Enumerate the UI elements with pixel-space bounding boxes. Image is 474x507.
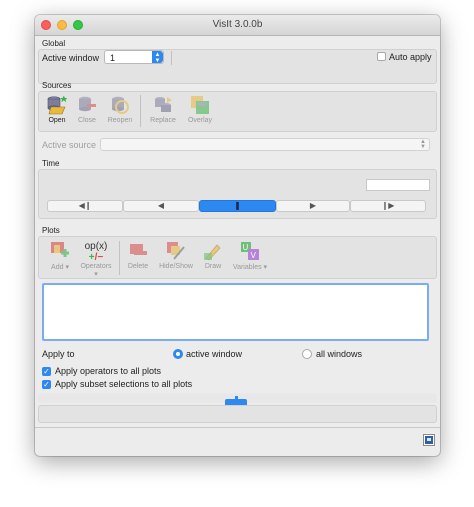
dropdown-arrow-icon: ▾	[63, 264, 69, 271]
overlay-button[interactable]: Overlay	[183, 95, 217, 124]
play-icon: ▶	[309, 201, 317, 210]
operators-glyph-top: op(	[84, 241, 100, 252]
auto-apply-checkbox[interactable]	[377, 52, 386, 61]
apply-subset-label: Apply subset selections to all plots	[55, 379, 193, 389]
active-window-value: 1	[110, 53, 116, 63]
open-icon	[47, 95, 68, 115]
open-label: Open	[48, 117, 66, 124]
reopen-icon	[110, 95, 130, 115]
delete-label: Delete	[127, 263, 149, 270]
separator	[140, 95, 141, 127]
operators-glyph-end: )	[104, 241, 108, 252]
reopen-button[interactable]: Reopen	[105, 95, 135, 124]
replace-label: Replace	[150, 117, 176, 124]
active-window-radio-label: active window	[186, 349, 243, 359]
close-label: Close	[78, 117, 96, 124]
sources-section-label: Sources	[42, 81, 72, 90]
play-button[interactable]: ▶	[276, 200, 350, 212]
close-database-icon	[77, 95, 97, 115]
auto-apply-label: Auto apply	[389, 52, 432, 62]
dropdown-arrow-icon: ▾	[261, 264, 268, 271]
replace-button[interactable]: Replace	[146, 95, 180, 124]
svg-text:U: U	[243, 243, 249, 252]
draw-button[interactable]: Draw	[198, 241, 228, 270]
forward-step-button[interactable]: ❙▶	[350, 200, 426, 212]
add-label: Add	[51, 264, 64, 271]
add-plot-icon	[50, 241, 70, 261]
reopen-label: Reopen	[107, 117, 133, 124]
delete-icon	[128, 241, 148, 261]
dropdown-arrow-icon: ▾	[94, 271, 98, 278]
close-database-button[interactable]: Close	[73, 95, 101, 124]
overlay-icon	[190, 95, 210, 115]
output-icon	[425, 436, 433, 444]
variables-button[interactable]: U V Variables ▾	[232, 241, 268, 271]
play-back-icon: ◀	[157, 201, 165, 210]
active-window-radio[interactable]	[173, 349, 183, 359]
add-plot-button[interactable]: Add ▾	[45, 241, 75, 271]
time-section-label: Time	[42, 159, 60, 168]
stop-button[interactable]: ❚	[199, 200, 276, 212]
apply-operators-checkbox[interactable]: ✓	[42, 367, 51, 376]
draw-label: Draw	[204, 263, 222, 270]
output-indicator-button[interactable]	[423, 434, 435, 446]
separator	[171, 51, 172, 65]
svg-text:V: V	[251, 251, 257, 260]
notepad-area	[38, 405, 437, 423]
visit-main-window: VisIt 3.0.0b Global Active window 1 ▲ ▼ A…	[35, 15, 440, 456]
overlay-label: Overlay	[187, 117, 213, 124]
hide-show-label: Hide/Show	[159, 263, 193, 270]
operators-button[interactable]: op(x) +/− Operators ▾	[78, 241, 114, 278]
active-source-combo[interactable]: ▲ ▼	[100, 138, 430, 151]
step-forward-icon: ❙▶	[381, 201, 395, 210]
combo-arrows-icon: ▲ ▼	[420, 139, 426, 150]
variables-label: Variables	[232, 264, 262, 271]
delete-plot-button[interactable]: Delete	[123, 241, 153, 270]
global-section-label: Global	[42, 39, 66, 48]
title-bar[interactable]: VisIt 3.0.0b	[35, 15, 440, 36]
replace-icon	[153, 95, 173, 115]
step-back-icon: ◀❙	[78, 201, 92, 210]
active-source-label: Active source	[42, 140, 97, 150]
apply-operators-label: Apply operators to all plots	[55, 366, 162, 376]
hide-show-icon	[166, 241, 186, 261]
apply-subset-checkbox[interactable]: ✓	[42, 380, 51, 389]
splitter-handle-tab	[235, 396, 238, 399]
time-value-field[interactable]	[366, 179, 430, 191]
combo-arrows-icon: ▲ ▼	[152, 51, 163, 64]
operators-label: Operators	[80, 263, 112, 270]
hide-show-button[interactable]: Hide/Show	[157, 241, 195, 270]
open-button[interactable]: Open	[43, 95, 71, 124]
all-windows-radio-label: all windows	[316, 349, 363, 359]
plots-section-label: Plots	[42, 226, 60, 235]
active-window-combo[interactable]: 1 ▲ ▼	[104, 50, 164, 64]
plot-list[interactable]	[42, 283, 429, 341]
status-divider	[35, 427, 440, 428]
apply-to-label: Apply to	[42, 349, 75, 359]
reverse-step-button[interactable]: ◀❙	[47, 200, 123, 212]
active-window-label: Active window	[42, 53, 100, 63]
stop-icon: ❚	[234, 201, 241, 210]
window-title: VisIt 3.0.0b	[212, 19, 263, 30]
play-reverse-button[interactable]: ◀	[123, 200, 199, 212]
all-windows-radio[interactable]	[302, 349, 312, 359]
operators-icon: op(x) +/−	[84, 241, 108, 263]
draw-icon	[203, 241, 223, 261]
variables-icon: U V	[240, 241, 260, 261]
separator	[119, 241, 120, 275]
